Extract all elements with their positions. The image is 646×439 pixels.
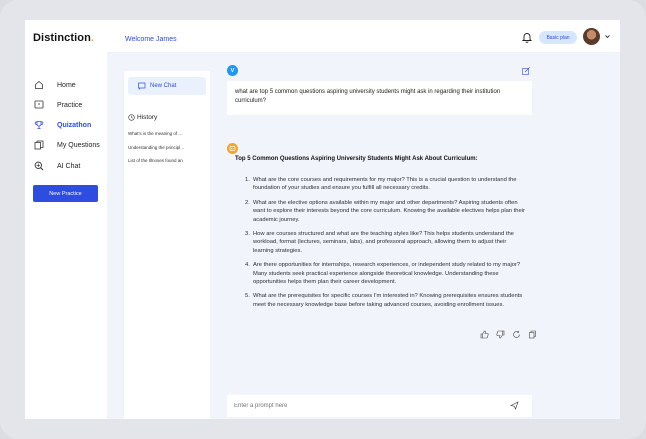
history-title: History <box>128 114 157 121</box>
app-window: Distinction. Home Practice Quizathon My <box>25 20 620 419</box>
welcome-text: Welcome James <box>125 36 177 43</box>
history-title-label: History <box>137 114 158 121</box>
new-chat-label: New Chat <box>150 83 177 89</box>
plan-badge[interactable]: Basic plan <box>539 31 577 44</box>
history-item[interactable]: Understanding the principl... <box>128 145 206 150</box>
list-item-text: What are the core courses and requiremen… <box>253 177 517 192</box>
list-item: 5. What are the prerequisites for specifi… <box>245 292 527 309</box>
trophy-icon <box>33 120 44 131</box>
sidebar-item-label: Quizathon <box>57 121 92 129</box>
home-icon <box>33 80 44 91</box>
new-chat-icon <box>138 82 146 90</box>
history-icon <box>128 114 135 121</box>
sidebar-item-label: Home <box>57 81 76 89</box>
bot-avatar <box>227 143 238 154</box>
list-item: 1. What are the core courses and requirem… <box>245 176 527 193</box>
sidebar-item-label: Practice <box>57 101 83 109</box>
user-avatar: V <box>227 65 238 76</box>
list-item-number: 3. <box>245 230 250 237</box>
sidebar-item-label: AI Chat <box>57 162 81 170</box>
answer-title: Top 5 Common Questions Aspiring Universi… <box>235 156 478 162</box>
list-item-number: 5. <box>245 293 250 300</box>
chevron-down-icon[interactable] <box>604 33 611 40</box>
bell-icon[interactable] <box>522 32 532 43</box>
top-header: Welcome James Basic plan <box>107 20 620 53</box>
logo[interactable]: Distinction. <box>33 32 94 44</box>
sidebar-item-my-questions[interactable]: My Questions <box>33 137 105 153</box>
list-item-text: What are the prerequisites for specific … <box>253 293 523 308</box>
response-actions <box>480 330 544 339</box>
sidebar-item-practice[interactable]: Practice <box>33 97 105 113</box>
main-area: New Chat History What's is the meaning o… <box>107 53 620 419</box>
history-item[interactable]: List of the Illnoses found an <box>128 158 206 163</box>
edit-icon[interactable] <box>522 67 530 75</box>
regenerate-icon[interactable] <box>512 330 521 339</box>
list-item-number: 4. <box>245 262 250 269</box>
list-item: 3. How are courses structured and what ar… <box>245 230 527 255</box>
list-item-number: 1. <box>245 177 250 183</box>
prompt-input[interactable] <box>227 395 532 417</box>
sidebar-item-home[interactable]: Home <box>33 77 105 93</box>
list-item: 2. What are the elective options availabl… <box>245 199 527 224</box>
list-item-number: 2. <box>245 199 250 206</box>
history-item[interactable]: What's is the meaning of ... <box>128 131 206 136</box>
copy-icon <box>33 140 44 151</box>
new-practice-button[interactable]: New Practice <box>33 185 98 202</box>
send-icon[interactable] <box>510 401 519 410</box>
thumbs-down-icon[interactable] <box>496 330 505 339</box>
logo-text: Distinction <box>33 32 91 44</box>
sidebar: Distinction. Home Practice Quizathon My <box>25 20 107 419</box>
sidebar-item-label: My Questions <box>57 141 100 149</box>
list-item-text: Are there opportunities for internships,… <box>253 262 521 285</box>
ai-search-icon <box>33 161 44 172</box>
chat-square-icon <box>33 100 44 111</box>
thumbs-up-icon[interactable] <box>480 330 489 339</box>
sidebar-item-quizathon[interactable]: Quizathon <box>33 117 105 133</box>
user-message: what are top 5 common questions aspiring… <box>227 81 532 115</box>
avatar[interactable] <box>583 28 600 45</box>
list-item-text: What are the elective options available … <box>253 199 525 223</box>
sidebar-item-ai-chat[interactable]: AI Chat <box>33 158 105 174</box>
logo-dot: . <box>90 32 95 44</box>
answer-list: 1. What are the core courses and requirem… <box>245 176 527 315</box>
list-item: 4. Are there opportunities for internship… <box>245 261 527 286</box>
new-chat-button[interactable]: New Chat <box>128 77 206 95</box>
list-item-text: How are courses structured and what are … <box>253 230 514 254</box>
history-panel: New Chat History What's is the meaning o… <box>124 71 210 419</box>
copy-response-icon[interactable] <box>528 330 537 339</box>
